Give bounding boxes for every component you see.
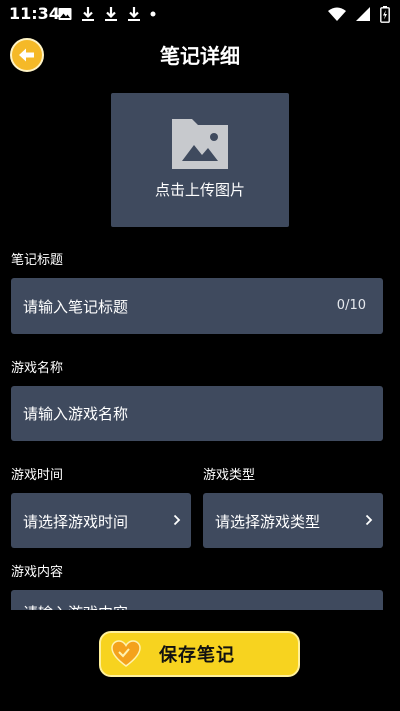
- image-placeholder-icon: [172, 119, 228, 169]
- save-note-button[interactable]: 保存笔记: [99, 631, 300, 677]
- game-type-placeholder: 请选择游戏类型: [215, 513, 321, 531]
- download-icon: [128, 7, 140, 21]
- game-type-label: 游戏类型: [203, 468, 256, 483]
- game-name-placeholder: 请输入游戏名称: [23, 405, 129, 423]
- status-bar: 11:34: [0, 0, 400, 28]
- game-name-input[interactable]: 请输入游戏名称: [11, 386, 383, 441]
- heart-icon: [111, 640, 141, 667]
- game-type-select[interactable]: 请选择游戏类型: [203, 493, 383, 548]
- status-time: 11:34: [9, 4, 60, 23]
- note-title-counter: 0/10: [336, 298, 366, 313]
- upload-image-button[interactable]: 点击上传图片: [111, 93, 289, 227]
- note-title-input[interactable]: 请输入笔记标题 0/10: [11, 278, 383, 334]
- chevron-right-icon: [173, 514, 181, 526]
- dot-icon: [150, 11, 156, 17]
- chevron-right-icon: [365, 514, 373, 526]
- save-bar: 保存笔记: [0, 610, 400, 711]
- game-time-placeholder: 请选择游戏时间: [23, 513, 129, 531]
- download-icon: [82, 7, 94, 21]
- page-title: 笔记详细: [160, 44, 240, 68]
- game-content-label: 游戏内容: [11, 565, 64, 580]
- note-title-label: 笔记标题: [11, 253, 64, 268]
- download-icon: [105, 7, 117, 21]
- system-icons: [328, 5, 390, 23]
- wifi-icon: [328, 7, 346, 21]
- header: 笔记详细: [0, 30, 400, 78]
- game-name-label: 游戏名称: [11, 361, 64, 376]
- battery-charging-icon: [380, 5, 390, 23]
- signal-icon: [356, 7, 370, 21]
- save-note-label: 保存笔记: [159, 645, 235, 666]
- game-time-select[interactable]: 请选择游戏时间: [11, 493, 191, 548]
- notification-icons: [58, 5, 156, 23]
- game-time-label: 游戏时间: [11, 468, 64, 483]
- upload-label: 点击上传图片: [154, 181, 245, 199]
- image-icon: [58, 8, 72, 20]
- note-title-placeholder: 请输入笔记标题: [23, 298, 129, 316]
